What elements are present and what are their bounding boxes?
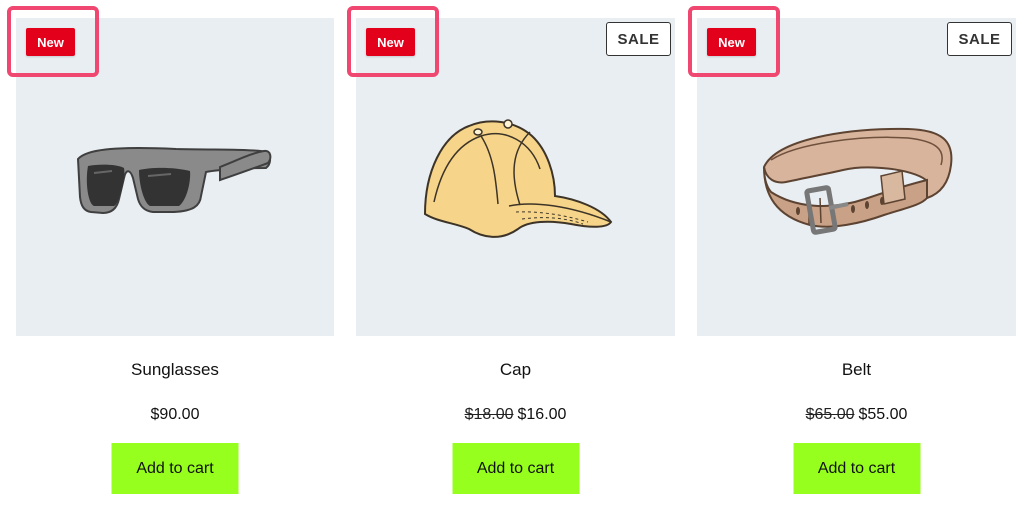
sunglasses-icon <box>76 147 272 215</box>
new-badge: New <box>26 28 75 56</box>
current-price: $90.00 <box>150 406 200 423</box>
product-title[interactable]: Sunglasses <box>16 360 334 380</box>
product-price: $65.00 $55.00 <box>697 405 1016 425</box>
cap-icon <box>423 119 613 238</box>
add-to-cart-button[interactable]: Add to cart <box>452 443 579 494</box>
new-badge: New <box>707 28 756 56</box>
original-price: $18.00 <box>464 406 514 423</box>
product-card-cap: New SALE Cap $18.00 $16.00 Add to cart <box>347 6 675 494</box>
product-card-sunglasses: New Sunglasses $90.00 Add to cart <box>7 6 334 494</box>
product-price: $18.00 $16.00 <box>356 405 675 425</box>
sale-badge: SALE <box>947 22 1012 56</box>
product-title[interactable]: Cap <box>356 360 675 380</box>
product-image-area[interactable]: New SALE <box>347 6 675 336</box>
sale-badge: SALE <box>606 22 671 56</box>
add-to-cart-button[interactable]: Add to cart <box>793 443 920 494</box>
new-badge: New <box>366 28 415 56</box>
product-price: $90.00 <box>16 405 334 425</box>
product-image-area[interactable]: New SALE <box>688 6 1016 336</box>
current-price: $55.00 <box>858 406 908 423</box>
add-to-cart-button[interactable]: Add to cart <box>111 443 239 494</box>
current-price: $16.00 <box>517 406 567 423</box>
original-price: $65.00 <box>805 406 855 423</box>
belt-icon <box>762 127 953 235</box>
product-image-area[interactable]: New <box>7 6 334 336</box>
product-card-belt: New SALE Belt $65.00 $55.00 Add to cart <box>688 6 1016 494</box>
product-title[interactable]: Belt <box>697 360 1016 380</box>
